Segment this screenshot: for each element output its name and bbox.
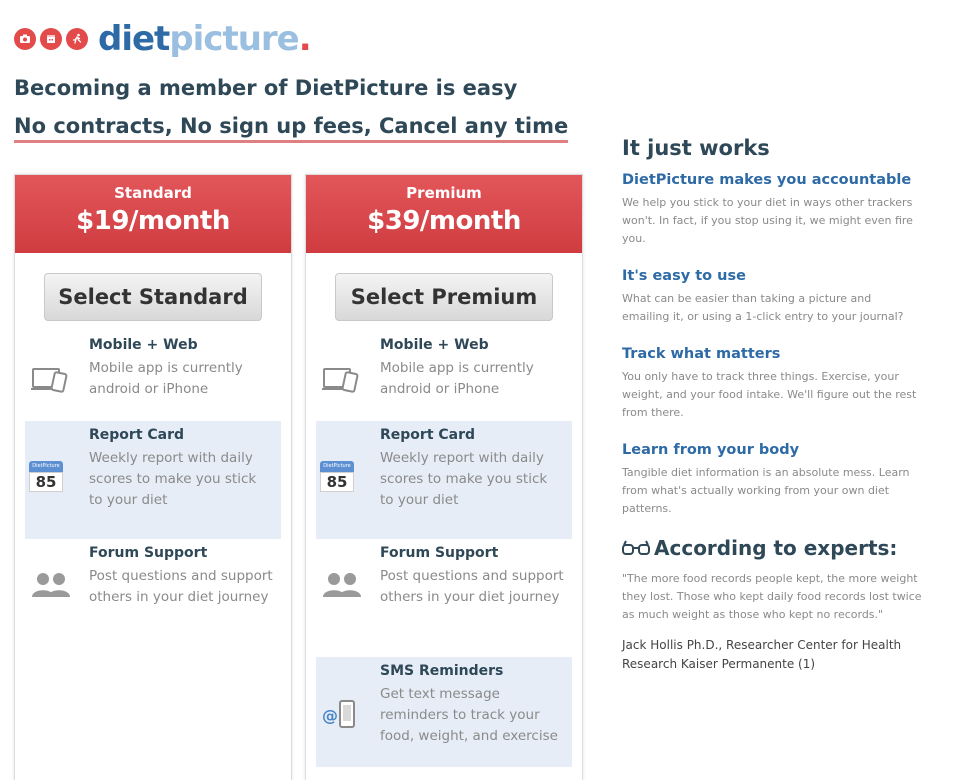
feature-desc: Post questions and support others in you…	[380, 568, 564, 605]
feature-desc: Post questions and support others in you…	[89, 568, 273, 605]
feature-report-card: DietPicture Score 85 Report Card Weekly …	[316, 421, 572, 539]
feature-title: Report Card	[89, 427, 185, 443]
benefit-heading: Learn from your body	[622, 442, 800, 458]
plan-card-standard: Standard $19/month Select Standard Mobil…	[14, 174, 292, 780]
feature-desc: Mobile app is currently android or iPhon…	[89, 360, 243, 397]
feature-list: Mobile + Web Mobile app is currently and…	[306, 331, 582, 767]
calendar-icon	[40, 28, 62, 50]
logo-icons	[14, 28, 88, 50]
benefit-body: Tangible diet information is an absolute…	[622, 466, 910, 515]
select-standard-button[interactable]: Select Standard	[44, 273, 262, 321]
plan-price: $39/month	[367, 206, 521, 236]
score-badge-label: DietPicture Score	[320, 461, 354, 480]
benefit-section: It's easy to use What can be easier than…	[622, 268, 922, 326]
benefit-body: We help you stick to your diet in ways o…	[622, 196, 913, 245]
runner-icon	[66, 28, 88, 50]
people-icon	[32, 573, 70, 597]
people-icon	[323, 573, 361, 597]
feature-title: Mobile + Web	[89, 337, 198, 353]
benefit-section: Track what matters You only have to trac…	[622, 346, 922, 422]
select-premium-button[interactable]: Select Premium	[335, 273, 553, 321]
svg-text:@: @	[322, 706, 338, 725]
page-headline: Becoming a member of DietPicture is easy	[14, 76, 518, 100]
benefit-section: DietPicture makes you accountable We hel…	[622, 172, 922, 248]
benefit-heading: It's easy to use	[622, 268, 746, 284]
logo-picture: picture	[169, 19, 299, 59]
experts-header: According to experts:	[622, 536, 922, 560]
feature-title: Mobile + Web	[380, 337, 489, 353]
score-value: 85	[320, 472, 354, 492]
plan-header: Premium $39/month	[306, 175, 582, 253]
feature-forum-support: Forum Support Post questions and support…	[316, 539, 572, 657]
feature-list: Mobile + Web Mobile app is currently and…	[15, 331, 291, 657]
plan-price: $19/month	[76, 206, 230, 236]
report-card-icon: DietPicture Score 85	[29, 461, 63, 495]
logo-diet: diet	[98, 19, 170, 59]
report-card-icon: DietPicture Score 85	[320, 461, 354, 495]
benefit-body: What can be easier than taking a picture…	[622, 292, 904, 323]
expert-quote: "The more food records people kept, the …	[622, 572, 922, 621]
score-badge-label: DietPicture Score	[29, 461, 63, 480]
devices-icon	[31, 368, 68, 393]
feature-desc: Weekly report with daily scores to make …	[89, 450, 257, 508]
sms-icon: @	[322, 700, 355, 728]
feature-desc: Mobile app is currently android or iPhon…	[380, 360, 534, 397]
logo-dot: .	[298, 19, 312, 59]
plan-header: Standard $19/month	[15, 175, 291, 253]
feature-forum-support: Forum Support Post questions and support…	[25, 539, 281, 657]
benefit-body: You only have to track three things. Exe…	[622, 370, 917, 419]
plan-name: Premium	[406, 184, 482, 202]
logo[interactable]: dietpicture.	[14, 19, 312, 59]
benefit-heading: Track what matters	[622, 346, 781, 362]
feature-report-card: DietPicture Score 85 Report Card Weekly …	[25, 421, 281, 539]
benefits-column: It just works DietPicture makes you acco…	[622, 136, 922, 674]
plan-name: Standard	[114, 184, 192, 202]
score-value: 85	[29, 472, 63, 492]
feature-mobile-web: Mobile + Web Mobile app is currently and…	[25, 331, 281, 421]
devices-icon	[322, 368, 359, 393]
plan-card-premium: Premium $39/month Select Premium Mobile …	[305, 174, 583, 780]
feature-desc: Weekly report with daily scores to make …	[380, 450, 548, 508]
feature-mobile-web: Mobile + Web Mobile app is currently and…	[316, 331, 572, 421]
benefit-heading: DietPicture makes you accountable	[622, 172, 912, 188]
feature-desc: Get text message reminders to track your…	[380, 686, 558, 744]
feature-sms-reminders: @ SMS Reminders Get text message reminde…	[316, 657, 572, 767]
benefit-section: Learn from your body Tangible diet infor…	[622, 442, 922, 518]
page-subline: No contracts, No sign up fees, Cancel an…	[14, 114, 569, 143]
camera-icon	[14, 28, 36, 50]
feature-title: Report Card	[380, 427, 476, 443]
benefits-title: It just works	[622, 136, 770, 160]
feature-title: Forum Support	[380, 545, 499, 561]
logo-wordmark: dietpicture.	[98, 19, 312, 59]
feature-title: Forum Support	[89, 545, 208, 561]
glasses-icon	[622, 540, 650, 555]
feature-title: SMS Reminders	[380, 663, 504, 679]
quote-attribution: Jack Hollis Ph.D., Researcher Center for…	[622, 638, 902, 671]
experts-title: According to experts:	[654, 536, 898, 560]
